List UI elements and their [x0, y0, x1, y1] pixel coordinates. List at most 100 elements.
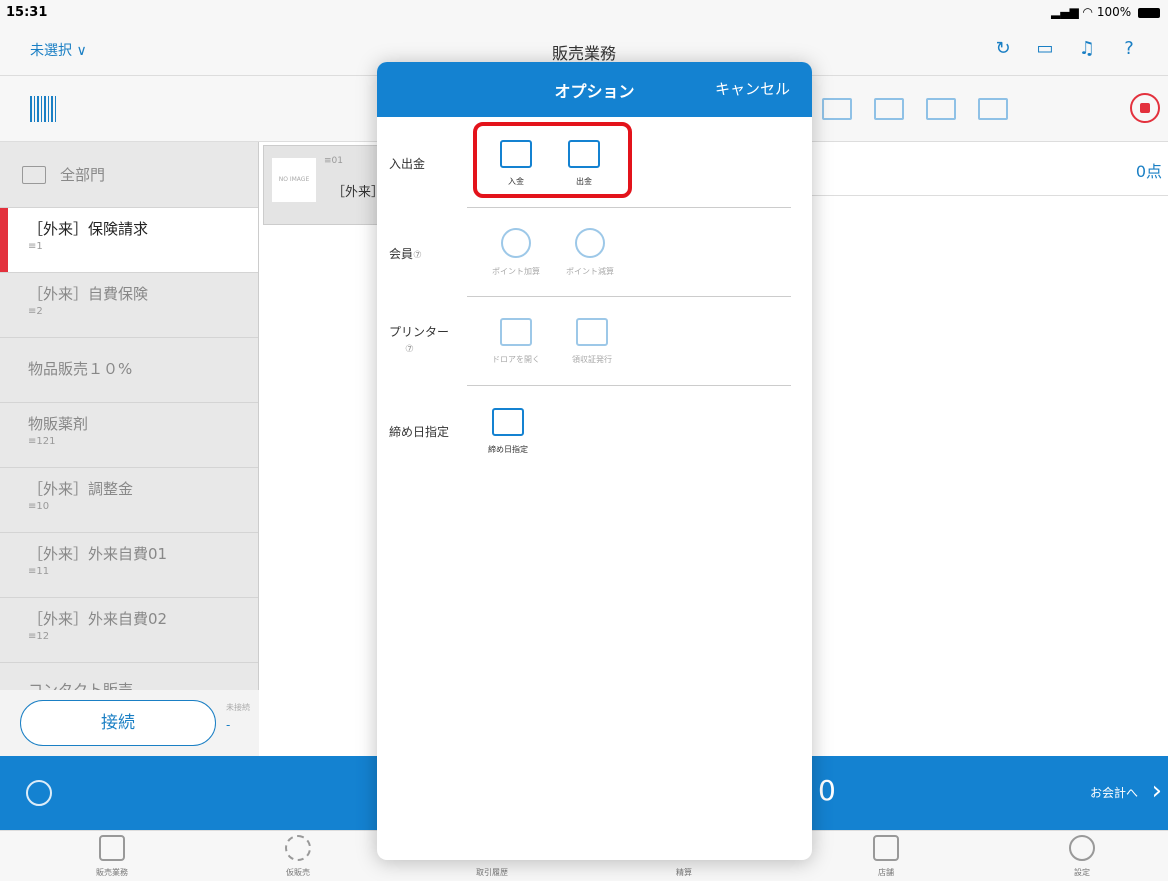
tab-label: 精算 — [676, 868, 692, 877]
closing-date-label: 締め日指定 — [488, 445, 528, 454]
chevron-right-icon[interactable]: › — [1152, 776, 1162, 806]
sidebar-item[interactable]: ［外来］保険請求 ≡1 — [0, 208, 258, 273]
gear-icon — [1069, 835, 1095, 861]
tab-store[interactable]: 店舗 — [846, 835, 926, 878]
register-dashed-icon — [285, 835, 311, 861]
point-subtract-label: ポイント減算 — [566, 267, 614, 276]
closing-section-label: 締め日指定 — [389, 425, 450, 439]
sidebar-item[interactable]: コンタクト販売 — [0, 663, 258, 690]
point-subtract-icon — [575, 228, 605, 258]
divider — [467, 296, 791, 297]
sidebar-item-count: ≡2 — [28, 306, 43, 317]
cash-section-label: 入出金 — [389, 157, 426, 171]
issue-receipt-label: 領収証発行 — [572, 355, 612, 364]
connect-row: 接続 未接続 - — [0, 690, 259, 756]
bell-icon[interactable]: ♫ — [1076, 38, 1098, 60]
sidebar-item-label: ［外来］調整金 — [28, 480, 134, 498]
point-subtract-button[interactable]: ポイント減算 — [555, 228, 625, 277]
printer-section-label: プリンター ⑦ — [389, 324, 449, 358]
folder-icon — [22, 166, 46, 184]
printer-help-icon[interactable]: ⑦ — [389, 344, 414, 355]
checkout-link[interactable]: お会計へ — [1090, 784, 1138, 801]
sidebar-item[interactable]: ［外来］調整金 ≡10 — [0, 468, 258, 533]
signal-icon: ▂▄▆ — [1051, 5, 1079, 19]
sidebar-item[interactable]: 物販薬剤 ≡121 — [0, 403, 258, 468]
point-add-button[interactable]: ポイント加算 — [481, 228, 551, 277]
member-help-icon[interactable]: ⑦ — [413, 250, 422, 261]
split-view-icon[interactable]: ▭ — [1034, 38, 1056, 60]
sidebar-item-count: ≡12 — [28, 631, 50, 642]
printer-label-text: プリンター — [389, 325, 450, 339]
sidebar-item-label: ［外来］外来自費02 — [28, 610, 168, 628]
member-section-label: 会員⑦ — [389, 246, 422, 264]
tab-label: 販売業務 — [96, 868, 128, 877]
sidebar-item-count: ≡10 — [28, 501, 50, 512]
register-icon — [99, 835, 125, 861]
calendar-check-icon — [492, 408, 524, 436]
open-drawer-button[interactable]: ドロアを開く — [481, 318, 551, 365]
sidebar-item[interactable]: ［外来］外来自費02 ≡12 — [0, 598, 258, 663]
point-add-icon — [501, 228, 531, 258]
tab-settings[interactable]: 設定 — [1042, 835, 1122, 878]
issue-receipt-button[interactable]: 領収証発行 — [557, 318, 627, 365]
divider — [467, 385, 791, 386]
tab-label: 設定 — [1074, 868, 1090, 877]
connect-button[interactable]: 接続 — [20, 700, 216, 746]
tab-sales[interactable]: 販売業務 — [72, 835, 152, 878]
help-icon[interactable]: ? — [1118, 38, 1140, 60]
connect-status: 未接続 — [226, 703, 250, 712]
battery-icon — [1138, 7, 1160, 18]
stop-button[interactable] — [1130, 93, 1160, 123]
no-image-placeholder: NO IMAGE — [272, 158, 316, 202]
sidebar-item-label: 物販薬剤 — [28, 415, 89, 433]
total-amount: 0 — [818, 774, 836, 807]
modal-header: オプション キャンセル — [377, 62, 812, 117]
closing-date-button[interactable]: 締め日指定 — [473, 408, 543, 455]
barcode-icon[interactable] — [30, 96, 56, 122]
divider — [467, 207, 791, 208]
drawer-icon — [500, 318, 532, 346]
open-drawer-label: ドロアを開く — [492, 355, 540, 364]
sidebar-item[interactable]: ［外来］外来自費01 ≡11 — [0, 533, 258, 598]
sidebar-item[interactable]: ［外来］自費保険 ≡2 — [0, 273, 258, 338]
sidebar-item-label: 物品販売１０% — [28, 360, 133, 378]
sidebar-item-label: 全部門 — [60, 166, 106, 184]
sidebar-item-count: ≡121 — [28, 436, 56, 447]
status-bar: 15:31 ▂▄▆ ◠ 100% — [0, 0, 1168, 26]
toolbar-icons — [822, 98, 1008, 120]
tab-label: 取引履歴 — [476, 868, 508, 877]
list-clock-icon[interactable] — [822, 98, 852, 120]
sidebar-item[interactable]: 物品販売１０% — [0, 338, 258, 403]
status-right: ▂▄▆ ◠ 100% — [1051, 5, 1160, 19]
sidebar-item-label: ［外来］外来自費01 — [28, 545, 168, 563]
options-modal: オプション キャンセル 入出金 入金 出金 会員⑦ ポイント加算 ポイント減算 … — [377, 62, 812, 860]
tab-label: 仮販売 — [286, 868, 310, 877]
member-label-text: 会員 — [389, 247, 414, 261]
sidebar-item-label: コンタクト販売 — [28, 681, 134, 690]
battery-percent: 100% — [1096, 5, 1132, 19]
withdraw-tray-icon[interactable] — [978, 98, 1008, 120]
refresh-icon[interactable]: ↻ — [992, 38, 1014, 60]
tab-label: 店舗 — [878, 868, 894, 877]
sidebar-item-all[interactable]: 全部門 — [0, 142, 258, 208]
item-count: 0点 — [1135, 162, 1162, 181]
sidebar-item-label: ［外来］保険請求 — [28, 220, 149, 238]
department-sidebar: 全部門 ［外来］保険請求 ≡1 ［外来］自費保険 ≡2 物品販売１０% 物販薬剤… — [0, 142, 259, 690]
product-tile[interactable]: NO IMAGE ≡01 ［外来］1 — [263, 145, 392, 225]
point-add-label: ポイント加算 — [492, 267, 540, 276]
sidebar-item-count: ≡1 — [28, 241, 43, 252]
deposit-tray-icon[interactable] — [926, 98, 956, 120]
receipt-icon — [576, 318, 608, 346]
nav-icons: ↻ ▭ ♫ ? — [992, 38, 1140, 60]
wifi-icon: ◠ — [1082, 5, 1094, 19]
status-time: 15:31 — [6, 5, 48, 20]
cancel-button[interactable]: キャンセル — [715, 78, 790, 99]
cart-header: 0点 — [810, 142, 1168, 196]
tab-provisional[interactable]: 仮販売 — [258, 835, 338, 878]
connect-value: - — [226, 718, 231, 732]
home-icon — [873, 835, 899, 861]
list-grid-icon[interactable] — [874, 98, 904, 120]
product-code: ≡01 — [324, 156, 343, 166]
highlight-box — [473, 122, 632, 198]
customer-icon[interactable] — [26, 780, 52, 806]
